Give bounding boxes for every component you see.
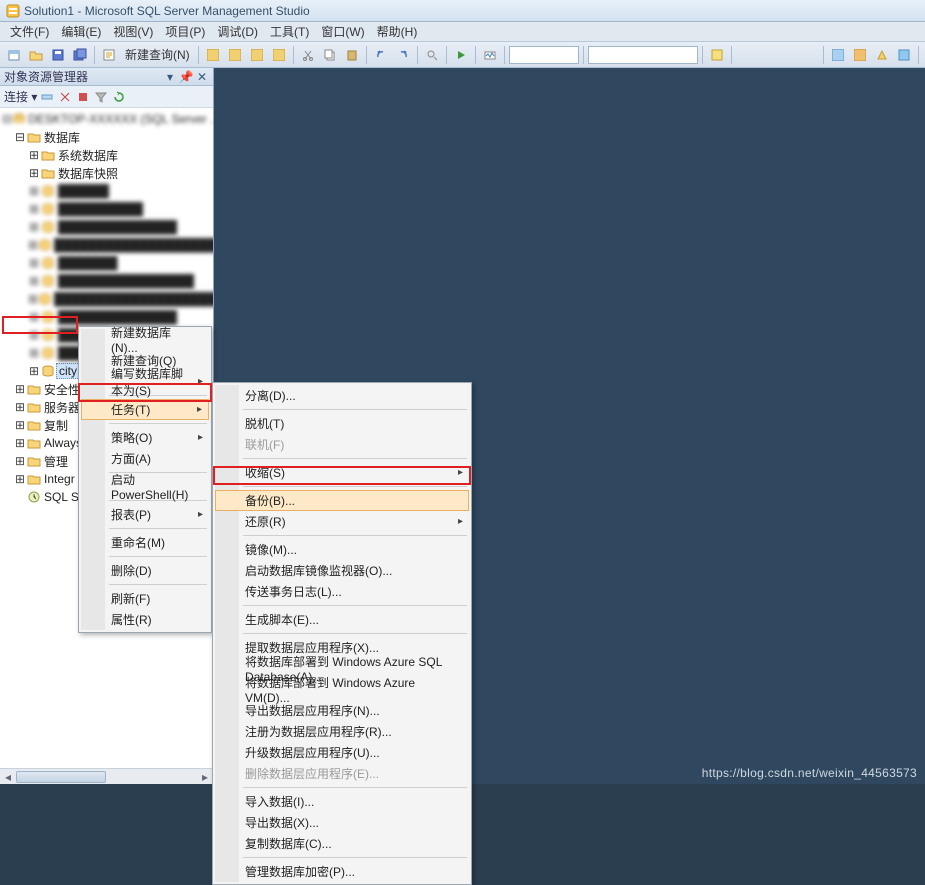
tree-database-snapshots[interactable]: ⊞数据库快照 — [2, 164, 213, 182]
refresh-icon[interactable] — [111, 89, 127, 105]
find-button[interactable] — [422, 45, 442, 65]
ctx2-item-19[interactable]: 导出数据层应用程序(N)... — [215, 700, 469, 721]
menu-edit[interactable]: 编辑(E) — [55, 21, 107, 42]
tb-btn-exec[interactable] — [707, 45, 727, 65]
cut-button[interactable] — [298, 45, 318, 65]
ctx2-item-14[interactable]: 生成脚本(E)... — [215, 609, 469, 630]
horizontal-scrollbar[interactable]: ◂ ▸ — [0, 768, 213, 784]
menu-help[interactable]: 帮助(H) — [371, 21, 424, 42]
new-query-button[interactable]: 新建查询(N) — [121, 46, 194, 63]
menu-tools[interactable]: 工具(T) — [264, 21, 315, 42]
new-project-button[interactable] — [4, 45, 24, 65]
ctx1-item-0[interactable]: 新建数据库(N)... — [81, 329, 209, 350]
ctx2-item-7[interactable]: 备份(B)... — [215, 490, 469, 511]
ctx1-item-11[interactable]: 报表(P)▸ — [81, 504, 209, 525]
ctx1-item-17[interactable]: 刷新(F) — [81, 588, 209, 609]
ctx2-item-5[interactable]: 收缩(S)▸ — [215, 462, 469, 483]
tree-db-blur[interactable]: ⊞███████ — [2, 254, 213, 272]
menu-debug[interactable]: 调试(D) — [211, 21, 264, 42]
tb-btn-3[interactable] — [247, 45, 267, 65]
ctx1-item-7[interactable]: 方面(A) — [81, 448, 209, 469]
tb-right-2[interactable] — [850, 45, 870, 65]
save-button[interactable] — [48, 45, 68, 65]
stop-icon[interactable] — [75, 89, 91, 105]
ctx2-item-3[interactable]: 联机(F) — [215, 434, 469, 455]
connect-icon[interactable] — [39, 89, 55, 105]
new-query-icon[interactable] — [99, 45, 119, 65]
tree-db-blur[interactable]: ⊞████████████████ — [2, 272, 213, 290]
undo-button[interactable] — [371, 45, 391, 65]
tree-db-blur[interactable]: ⊞████████████████████ — [2, 290, 213, 308]
menu-window[interactable]: 窗口(W) — [315, 21, 370, 42]
ctx2-item-28[interactable]: 管理数据库加密(P)... — [215, 861, 469, 882]
tb-right-3[interactable] — [872, 45, 892, 65]
tb-right-1[interactable] — [828, 45, 848, 65]
solution-combo[interactable] — [588, 46, 698, 64]
ctx1-item-13[interactable]: 重命名(M) — [81, 532, 209, 553]
paste-button[interactable] — [342, 45, 362, 65]
ctx2-item-0[interactable]: 分离(D)... — [215, 385, 469, 406]
ctx1-item-4[interactable]: 任务(T)▸ — [81, 399, 209, 420]
ctx1-item-18[interactable]: 属性(R) — [81, 609, 209, 630]
ctx2-item-20[interactable]: 注册为数据层应用程序(R)... — [215, 721, 469, 742]
tasks-submenu: 分离(D)... 脱机(T)联机(F) 收缩(S)▸ 备份(B)...还原(R)▸ 镜像… — [212, 382, 472, 885]
toolbar: 新建查询(N) — [0, 42, 925, 68]
tree-db-blur[interactable]: ⊞██████ — [2, 182, 213, 200]
database-context-menu: 新建数据库(N)...新建查询(Q)编写数据库脚本为(S)▸任务(T)▸策略(O… — [78, 326, 212, 633]
close-icon[interactable]: ✕ — [195, 70, 209, 84]
ctx2-item-21[interactable]: 升级数据层应用程序(U)... — [215, 742, 469, 763]
redo-button[interactable] — [393, 45, 413, 65]
ctx1-item-2[interactable]: 编写数据库脚本为(S)▸ — [81, 371, 209, 392]
filter-icon[interactable] — [93, 89, 109, 105]
tree-db-blur[interactable]: ⊞█████████████████████ — [2, 236, 213, 254]
scroll-right-arrow[interactable]: ▸ — [197, 769, 213, 785]
activity-monitor-button[interactable] — [480, 45, 500, 65]
ctx2-item-18[interactable]: 将数据库部署到 Windows Azure VM(D)... — [215, 679, 469, 700]
tb-btn-2[interactable] — [225, 45, 245, 65]
dropdown-icon[interactable]: ▾ — [163, 70, 177, 84]
pin-icon[interactable]: 📌 — [179, 70, 193, 84]
ctx2-item-12[interactable]: 传送事务日志(L)... — [215, 581, 469, 602]
ctx2-item-24[interactable]: 导入数据(I)... — [215, 791, 469, 812]
watermark: https://blog.csdn.net/weixin_44563573 — [702, 766, 917, 780]
object-explorer-title: 对象资源管理器 — [4, 68, 161, 85]
ctx2-item-8[interactable]: 还原(R)▸ — [215, 511, 469, 532]
tree-databases[interactable]: ⊟数据库 — [2, 128, 213, 146]
tree-system-databases[interactable]: ⊞系统数据库 — [2, 146, 213, 164]
ctx2-item-2[interactable]: 脱机(T) — [215, 413, 469, 434]
disconnect-icon[interactable] — [57, 89, 73, 105]
menu-file[interactable]: 文件(F) — [4, 21, 55, 42]
scroll-thumb[interactable] — [16, 771, 106, 783]
start-debug-button[interactable] — [451, 45, 471, 65]
ctx2-item-25[interactable]: 导出数据(X)... — [215, 812, 469, 833]
copy-button[interactable] — [320, 45, 340, 65]
tb-right-4[interactable] — [894, 45, 914, 65]
title-bar: Solution1 - Microsoft SQL Server Managem… — [0, 0, 925, 22]
open-button[interactable] — [26, 45, 46, 65]
ctx2-item-22[interactable]: 删除数据层应用程序(E)... — [215, 763, 469, 784]
ctx1-item-15[interactable]: 删除(D) — [81, 560, 209, 581]
menu-bar: 文件(F) 编辑(E) 视图(V) 项目(P) 调试(D) 工具(T) 窗口(W… — [0, 22, 925, 42]
tree-db-blur[interactable]: ⊞██████████ — [2, 200, 213, 218]
connection-toolbar: 连接 ▾ — [0, 86, 213, 108]
database-combo[interactable] — [509, 46, 579, 64]
tree-server-node[interactable]: ⊟DESKTOP-XXXXXX (SQL Server ...) — [2, 110, 213, 128]
ssms-app-icon — [6, 4, 20, 18]
scroll-left-arrow[interactable]: ◂ — [0, 769, 16, 785]
ctx2-item-10[interactable]: 镜像(M)... — [215, 539, 469, 560]
tb-btn-1[interactable] — [203, 45, 223, 65]
ctx2-item-26[interactable]: 复制数据库(C)... — [215, 833, 469, 854]
ctx1-item-6[interactable]: 策略(O)▸ — [81, 427, 209, 448]
object-explorer-header: 对象资源管理器 ▾ 📌 ✕ — [0, 68, 213, 86]
ctx2-item-11[interactable]: 启动数据库镜像监视器(O)... — [215, 560, 469, 581]
save-all-button[interactable] — [70, 45, 90, 65]
connect-button[interactable]: 连接 ▾ — [4, 88, 37, 105]
ctx1-item-9[interactable]: 启动 PowerShell(H) — [81, 476, 209, 497]
menu-view[interactable]: 视图(V) — [107, 21, 159, 42]
tb-btn-4[interactable] — [269, 45, 289, 65]
tree-db-blur[interactable]: ⊞██████████████ — [2, 218, 213, 236]
menu-project[interactable]: 项目(P) — [159, 21, 211, 42]
window-title: Solution1 - Microsoft SQL Server Managem… — [24, 4, 310, 18]
